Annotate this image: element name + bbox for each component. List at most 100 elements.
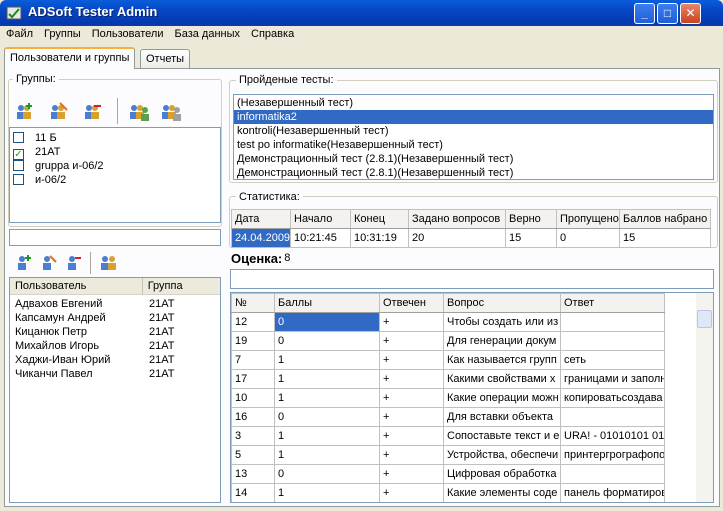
answer-row[interactable]: 7 1 + Как называется групп сеть	[231, 350, 665, 370]
stats-header-asked[interactable]: Задано вопросов	[408, 209, 506, 229]
menu-users[interactable]: Пользователи	[86, 26, 169, 40]
answer-points[interactable]: 1	[274, 483, 380, 502]
answer-number[interactable]: 16	[231, 407, 275, 427]
answers-header-number[interactable]: №	[231, 293, 275, 313]
user-row[interactable]: Хаджи-Иван Юрий 21АТ	[10, 353, 220, 367]
answer-text[interactable]: границами и заполн	[560, 369, 665, 389]
answer-answered[interactable]: +	[379, 407, 444, 427]
tab-users-groups[interactable]: Пользователи и группы	[4, 47, 136, 69]
answer-row[interactable]: 17 1 + Какими свойствами х границами и запол…	[231, 369, 665, 389]
stats-header-skipped[interactable]: Пропущено	[556, 209, 620, 229]
menu-groups[interactable]: Группы	[38, 26, 86, 40]
group-item[interactable]: gruppa и-06/2	[13, 159, 220, 173]
user-row[interactable]: Михайлов Игорь 21АТ	[10, 339, 220, 353]
answer-number[interactable]: 13	[231, 464, 275, 484]
comment-field[interactable]	[230, 269, 714, 289]
minimize-button[interactable]: _	[634, 3, 655, 24]
answer-answered[interactable]: +	[379, 464, 444, 484]
answer-answered[interactable]: +	[379, 369, 444, 389]
answer-points[interactable]: 1	[274, 426, 380, 446]
answer-number[interactable]: 12	[231, 312, 275, 332]
answer-question[interactable]: Для генерации докум	[443, 331, 561, 351]
edit-user-icon[interactable]	[39, 254, 57, 272]
tests-list[interactable]: (Незавершенный тест) informatika2 kontro…	[233, 94, 714, 180]
answer-number[interactable]: 3	[231, 426, 275, 446]
answer-row[interactable]: 51+Устройства, обеспечипринтергрографопо…	[231, 445, 665, 465]
stats-end[interactable]: 10:31:19	[350, 228, 409, 248]
answer-text[interactable]	[560, 331, 665, 351]
group-checkbox[interactable]	[13, 174, 24, 185]
stats-start[interactable]: 10:21:45	[290, 228, 351, 248]
user-row[interactable]: Адвахов Евгений 21АТ	[10, 297, 220, 311]
group-item[interactable]: ✓ 21АТ	[13, 145, 220, 160]
answer-text[interactable]	[560, 407, 665, 427]
groups-checklist[interactable]: 11 Б ✓ 21АТ gruppa и-06/2 и-06/2	[9, 127, 221, 223]
answer-row[interactable]: 3 1 + Сопоставьте текст и е URA! - 01010101 …	[231, 426, 665, 446]
test-item[interactable]: Демонстрационный тест (2.8.1)(Незавершен…	[234, 166, 713, 180]
answer-number[interactable]: 10	[231, 388, 275, 408]
answer-answered[interactable]: +	[379, 388, 444, 408]
test-item-selected[interactable]: informatika2	[234, 110, 713, 124]
answer-question[interactable]: Чтобы создать или из	[443, 312, 561, 332]
answer-row[interactable]: 14 1 + Какие элементы соде панель форматиров	[231, 483, 665, 502]
answer-points[interactable]: 0	[274, 464, 380, 484]
answer-question[interactable]: Какие операции можн	[443, 388, 561, 408]
group-checkbox[interactable]	[13, 132, 24, 143]
stats-correct[interactable]: 15	[505, 228, 557, 248]
answer-answered[interactable]: +	[379, 331, 444, 351]
user-groups-icon[interactable]	[99, 253, 119, 273]
answer-row[interactable]: 10 1 + Какие операции можн копироватьсоздава	[231, 388, 665, 408]
menu-database[interactable]: База данных	[169, 26, 246, 40]
stats-header-end[interactable]: Конец	[350, 209, 409, 229]
answer-text[interactable]	[560, 312, 665, 332]
answers-scrollbar[interactable]	[696, 293, 713, 502]
stats-row[interactable]: 24.04.2009 10:21:45 10:31:19 20 15 0 15	[231, 228, 711, 248]
maximize-button[interactable]: □	[657, 3, 678, 24]
user-row[interactable]: Чиканчи Павел 21АТ	[10, 367, 220, 381]
group-item[interactable]: 11 Б	[13, 131, 220, 145]
answer-text[interactable]: URA! - 01010101 01	[560, 426, 665, 446]
user-row[interactable]: Капсамун Андрей 21АТ	[10, 311, 220, 325]
edit-group-icon[interactable]	[47, 101, 69, 123]
group-properties-icon[interactable]	[160, 101, 182, 123]
group-checkbox[interactable]	[13, 160, 24, 171]
answers-header-question[interactable]: Вопрос	[443, 293, 561, 313]
test-item[interactable]: kontroli(Незавершенный тест)	[234, 124, 713, 138]
stats-header-correct[interactable]: Верно	[505, 209, 557, 229]
close-button[interactable]: ✕	[680, 3, 701, 24]
stats-skipped[interactable]: 0	[556, 228, 620, 248]
groups-filter-field[interactable]	[9, 229, 221, 246]
answers-header-answered[interactable]: Отвечен	[379, 293, 444, 313]
answer-points[interactable]: 1	[274, 388, 380, 408]
stats-header-date[interactable]: Дата	[231, 209, 291, 229]
delete-group-icon[interactable]	[81, 101, 103, 123]
stats-asked[interactable]: 20	[408, 228, 506, 248]
answer-number[interactable]: 19	[231, 331, 275, 351]
answer-text[interactable]: принтергрографопост	[560, 445, 665, 465]
title-bar[interactable]: ADSoft Tester Admin _ □ ✕	[0, 0, 723, 26]
stats-header-points[interactable]: Баллов набрано	[619, 209, 711, 229]
answer-row[interactable]: 16 0 + Для вставки объекта	[231, 407, 665, 427]
answer-row[interactable]: 19 0 + Для генерации докум	[231, 331, 665, 351]
answer-question[interactable]: Устройства, обеспечи	[443, 445, 561, 465]
answer-text[interactable]: панель форматиров	[560, 483, 665, 502]
answers-header-points[interactable]: Баллы	[274, 293, 380, 313]
delete-user-icon[interactable]	[64, 254, 82, 272]
answer-question[interactable]: Какими свойствами х	[443, 369, 561, 389]
answer-row[interactable]: 13 0 + Цифровая обработка	[231, 464, 665, 484]
test-item[interactable]: test po informatike(Незавершенный тест)	[234, 138, 713, 152]
menu-help[interactable]: Справка	[245, 26, 299, 40]
column-header-group[interactable]: Группа	[143, 278, 220, 294]
answer-answered[interactable]: +	[379, 426, 444, 446]
column-header-user[interactable]: Пользователь	[10, 278, 143, 294]
answer-question[interactable]: Цифровая обработка	[443, 464, 561, 484]
answer-question[interactable]: Для вставки объекта	[443, 407, 561, 427]
menu-file[interactable]: Файл	[0, 26, 38, 40]
answer-number[interactable]: 14	[231, 483, 275, 502]
answer-number[interactable]: 17	[231, 369, 275, 389]
add-group-icon[interactable]	[13, 101, 35, 123]
stats-points[interactable]: 15	[619, 228, 711, 248]
answer-points[interactable]: 1	[274, 350, 380, 370]
answer-question[interactable]: Как называется групп	[443, 350, 561, 370]
answer-answered[interactable]: +	[379, 350, 444, 370]
